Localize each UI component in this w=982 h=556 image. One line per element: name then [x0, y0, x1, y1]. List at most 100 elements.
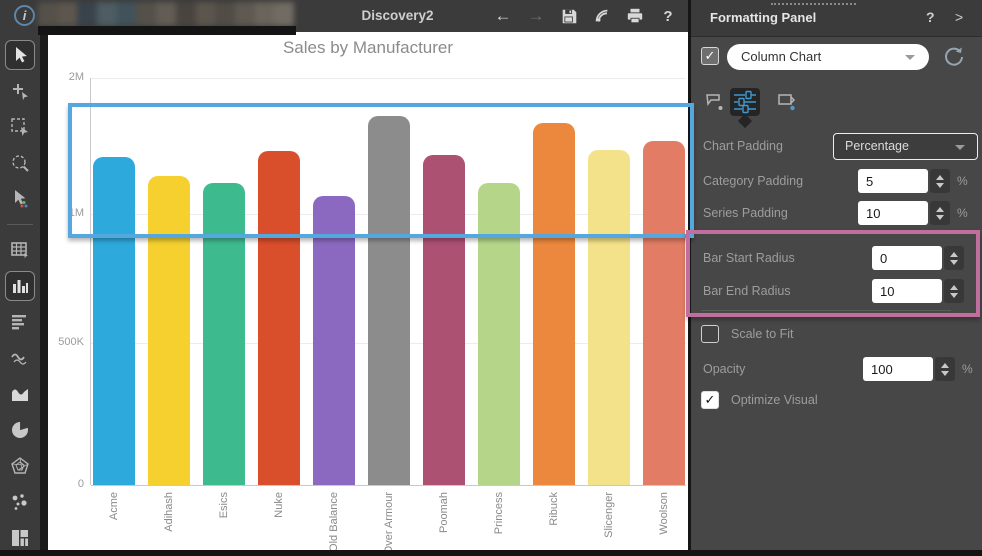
y-axis-tick-label: 500K	[58, 336, 84, 348]
series-padding-input[interactable]	[858, 201, 928, 225]
opacity-stepper[interactable]	[935, 357, 955, 381]
bar-ribuck[interactable]	[533, 123, 575, 485]
x-axis-label: Woolson	[658, 492, 670, 535]
bar-woolson[interactable]	[643, 141, 685, 485]
sidebar-divider	[7, 224, 33, 225]
conditional-format-tab[interactable]	[771, 88, 801, 116]
field-label: Scale to Fit	[731, 327, 794, 341]
fill-format-tab[interactable]	[699, 88, 729, 116]
reset-icon[interactable]	[943, 46, 965, 68]
x-axis-label: Nuke	[273, 492, 285, 518]
share-feed-icon[interactable]	[591, 5, 613, 27]
field-label: Series Padding	[703, 206, 788, 220]
series-padding-stepper[interactable]	[930, 201, 950, 225]
redacted-toolbar-buttons	[38, 2, 294, 26]
x-axis-label: Slicenger	[603, 492, 615, 538]
back-button[interactable]: ←	[492, 5, 514, 27]
gridline	[91, 78, 686, 79]
bar-princess[interactable]	[478, 183, 520, 485]
pie-chart-visual[interactable]	[4, 412, 36, 448]
field-label: Category Padding	[703, 174, 803, 188]
panel-title: Formatting Panel	[710, 10, 816, 25]
chart-title: Sales by Manufacturer	[48, 38, 688, 58]
field-label: Chart Padding	[703, 139, 783, 153]
formatting-panel: Formatting Panel ? > Column Chart	[691, 0, 982, 550]
x-axis-label: Old Balance	[328, 492, 340, 552]
zoom-select-tool[interactable]	[4, 145, 36, 181]
multi-select-tool[interactable]	[4, 181, 36, 217]
top-toolbar: i Discovery2 ← → ? ×	[0, 0, 690, 32]
y-axis-tick-label: 0	[78, 478, 84, 490]
info-icon[interactable]: i	[14, 5, 35, 26]
y-axis-tick-label: 2M	[69, 71, 84, 83]
scatter-chart-visual[interactable]	[4, 484, 36, 520]
bar-over-armour[interactable]	[368, 116, 410, 485]
radar-chart-visual[interactable]	[4, 448, 36, 484]
bar-end-radius-input[interactable]	[872, 279, 942, 303]
toolbar-shadow-strip	[38, 26, 296, 35]
formatting-panel-header: Formatting Panel ? >	[691, 0, 982, 37]
field-label: Opacity	[703, 362, 745, 376]
chart-type-dropdown[interactable]: Column Chart	[727, 44, 929, 70]
scale-to-fit-checkbox[interactable]	[701, 325, 719, 343]
line-chart-visual[interactable]	[4, 340, 36, 376]
panel-drag-handle[interactable]	[771, 3, 856, 5]
forward-button[interactable]: →	[525, 5, 547, 27]
chart-padding-value: Percentage	[845, 139, 909, 153]
bottom-edge-strip	[0, 550, 982, 556]
field-label: Bar Start Radius	[703, 251, 795, 265]
bar-slicenger[interactable]	[588, 150, 630, 485]
grid-visual[interactable]	[4, 232, 36, 268]
category-padding-input[interactable]	[858, 169, 928, 193]
x-axis-label: Esics	[218, 492, 230, 518]
column-chart-visual[interactable]	[5, 271, 35, 301]
x-axis-label: Poomah	[438, 492, 450, 533]
panel-help-button[interactable]: ?	[926, 9, 935, 25]
chevron-down-icon	[905, 55, 915, 60]
bar-poomah[interactable]	[423, 155, 465, 485]
chart-type-value: Column Chart	[741, 49, 821, 64]
opacity-input[interactable]	[863, 357, 933, 381]
unit-label: %	[962, 362, 973, 376]
y-axis-tick-label: 1M	[69, 207, 84, 219]
plot-area: 0500K1M2MAcmeAdihashEsicsNukeOld Balance…	[90, 78, 686, 485]
x-axis-label: Acme	[108, 492, 120, 520]
save-icon[interactable]	[558, 5, 580, 27]
value-format-tab[interactable]	[730, 88, 760, 116]
bar-adihash[interactable]	[148, 176, 190, 485]
area-chart-visual[interactable]	[4, 376, 36, 412]
x-axis-label: Over Armour	[383, 492, 395, 554]
sidebar-gutter	[40, 32, 48, 556]
unit-label: %	[957, 206, 968, 220]
bar-nuke[interactable]	[258, 151, 300, 485]
add-pointer-tool[interactable]	[4, 73, 36, 109]
bar-esics[interactable]	[203, 183, 245, 485]
bar-chart-visual[interactable]	[4, 304, 36, 340]
bar-old-balance[interactable]	[313, 196, 355, 485]
category-padding-stepper[interactable]	[930, 169, 950, 193]
panel-collapse-button[interactable]: >	[955, 9, 963, 25]
x-axis-label: Ribuck	[548, 492, 560, 526]
chart-type-visibility-checkbox[interactable]	[701, 47, 719, 65]
field-label: Bar End Radius	[703, 284, 791, 298]
optimize-visual-checkbox[interactable]	[701, 391, 719, 409]
help-button[interactable]: ?	[657, 5, 679, 27]
gridline	[91, 485, 686, 486]
field-label: Optimize Visual	[731, 393, 818, 407]
x-axis-label: Princess	[493, 492, 505, 534]
marquee-select-tool[interactable]	[4, 109, 36, 145]
chart-canvas[interactable]: Sales by Manufacturer 0500K1M2MAcmeAdiha…	[48, 32, 688, 550]
bar-acme[interactable]	[93, 157, 135, 485]
bar-start-radius-input[interactable]	[872, 246, 942, 270]
pointer-tool[interactable]	[5, 40, 35, 70]
x-axis-label: Adihash	[163, 492, 175, 532]
active-tab-pointer	[738, 114, 752, 128]
print-icon[interactable]	[624, 5, 646, 27]
chart-padding-dropdown[interactable]: Percentage	[833, 133, 978, 160]
tool-sidebar	[0, 32, 40, 556]
document-title: Discovery2	[300, 8, 495, 23]
chevron-down-icon	[955, 145, 965, 150]
bar-end-radius-stepper[interactable]	[944, 279, 964, 303]
bar-start-radius-stepper[interactable]	[944, 246, 964, 270]
unit-label: %	[957, 174, 968, 188]
